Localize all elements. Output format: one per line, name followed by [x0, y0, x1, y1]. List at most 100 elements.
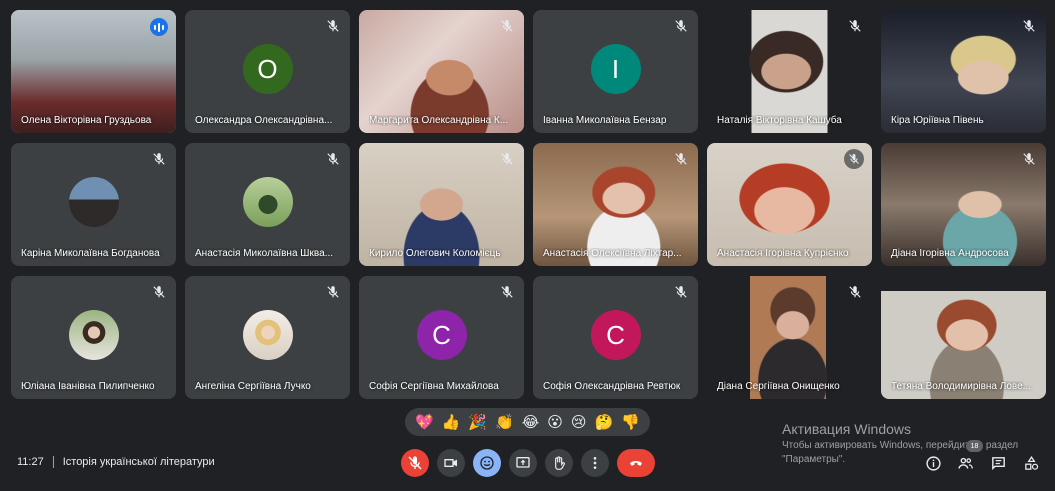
participant-tile[interactable]: Діана Сергіївна Онищенко [707, 276, 872, 399]
mic-muted-icon [844, 149, 864, 169]
mic-muted-icon [327, 153, 339, 165]
raise-hand-button[interactable] [545, 449, 573, 477]
participant-name: Маргарита Олександрівна К... [369, 115, 509, 126]
participant-name: Ангеліна Сергіївна Лучко [195, 381, 311, 392]
participant-tile[interactable]: Кирило Олегович Коломієць [359, 143, 524, 266]
participant-name: Анастасія Миколаївна Шквa... [195, 248, 334, 259]
camera-toggle-button[interactable] [437, 449, 465, 477]
participant-avatar: С [416, 310, 467, 361]
hang-up-icon [630, 461, 642, 466]
camera-icon [444, 459, 457, 467]
participant-name: Софія Сергіївна Михайлова [369, 381, 499, 392]
chat-icon [991, 456, 1005, 470]
info-icon [925, 455, 941, 471]
participant-avatar [68, 310, 119, 361]
participant-tile[interactable]: Юліана Іванівна Пилипченко [11, 276, 176, 399]
participant-avatar: О [242, 44, 293, 95]
present-screen-button[interactable] [509, 449, 537, 477]
participant-tile[interactable]: Наталія Вікторівна Кашуба [707, 10, 872, 133]
meeting-info: 11:27 Історія української літератури [17, 456, 215, 468]
reactions-button[interactable] [473, 449, 501, 477]
participant-tile[interactable]: Тетяна Володимирівна Лове... [881, 276, 1046, 399]
speaking-indicator-icon [150, 18, 168, 36]
emoji-icon [480, 456, 494, 470]
activation-watermark-text: Чтобы активировать Windows, перейдите в … [782, 440, 1019, 465]
participant-tile[interactable]: С Софія Сергіївна Михайлова [359, 276, 524, 399]
participant-tile[interactable]: Анастасія Олексіївна Ліхтар... [533, 143, 698, 266]
mic-muted-icon [849, 20, 861, 32]
meeting-time: 11:27 [17, 456, 44, 468]
more-vert-icon [593, 457, 597, 469]
reaction-surprised-button[interactable]: 😮 [547, 415, 563, 430]
mic-muted-icon [153, 286, 165, 298]
mic-muted-icon [501, 20, 513, 32]
meeting-details-button[interactable] [923, 453, 943, 473]
people-icon [957, 457, 973, 469]
participant-name: Тетяна Володимирівна Лове... [891, 381, 1031, 392]
participant-tile[interactable]: Олена Вікторівна Груздьова [11, 10, 176, 133]
reaction-thumbs-down-button[interactable]: 👎 [621, 415, 640, 430]
participant-tile[interactable]: Діана Ігорівна Андросова [881, 143, 1046, 266]
participant-avatar: І [590, 44, 641, 95]
participant-name: Кіра Юріївна Півень [891, 115, 984, 126]
mic-muted-icon [675, 286, 687, 298]
leave-call-button[interactable] [617, 449, 655, 477]
reaction-clap-button[interactable]: 👏 [495, 415, 514, 430]
reaction-laugh-button[interactable]: 😂 [522, 415, 540, 430]
participant-name: Софія Олександрівна Ревтюк [543, 381, 681, 392]
participant-avatar: С [590, 310, 641, 361]
activation-watermark-title: Активация Windows [782, 421, 912, 437]
participant-avatar [68, 177, 119, 228]
mic-muted-icon [675, 20, 687, 32]
mic-muted-icon [327, 286, 339, 298]
participant-name: Іванна Миколаївна Бензар [543, 115, 667, 126]
activities-button[interactable] [1021, 453, 1041, 473]
participant-tile[interactable]: О Олександра Олександрівна... [185, 10, 350, 133]
reaction-thumbs-up-button[interactable]: 👍 [442, 415, 461, 430]
present-icon [516, 457, 530, 468]
participant-name: Олександра Олександрівна... [195, 115, 333, 126]
hand-icon [555, 456, 565, 470]
participant-tile[interactable]: Маргарита Олександрівна К... [359, 10, 524, 133]
reaction-thinking-button[interactable]: 🤔 [595, 415, 614, 430]
participant-name: Кирило Олегович Коломієць [369, 248, 501, 259]
participant-tile[interactable]: Анастасія Ігорівна Купрієнко [707, 143, 872, 266]
participant-grid: Олена Вікторівна Груздьова О Олександра … [11, 10, 1046, 399]
mic-muted-icon [1023, 20, 1035, 32]
participant-name: Каріна Миколаївна Богданова [21, 248, 160, 259]
participant-name: Анастасія Олексіївна Ліхтар... [543, 248, 682, 259]
reactions-bar: 💖 👍 🎉 👏 😂 😮 😢 🤔 👎 [405, 408, 650, 436]
mic-muted-icon [501, 286, 513, 298]
chat-button[interactable] [988, 453, 1008, 473]
mic-off-icon [408, 456, 422, 470]
reaction-sad-button[interactable]: 😢 [571, 415, 587, 430]
reaction-heart-button[interactable]: 💖 [415, 415, 434, 430]
more-options-button[interactable] [581, 449, 609, 477]
divider [52, 456, 54, 468]
reaction-party-button[interactable]: 🎉 [468, 415, 487, 430]
participant-tile[interactable]: Кіра Юріївна Півень [881, 10, 1046, 133]
participant-avatar [242, 177, 293, 228]
mic-muted-icon [501, 153, 513, 165]
meeting-title: Історія української літератури [62, 456, 215, 468]
mic-toggle-button[interactable] [401, 449, 429, 477]
participant-tile[interactable]: Каріна Миколаївна Богданова [11, 143, 176, 266]
people-count-badge: 18 [966, 440, 983, 452]
mic-muted-icon [849, 286, 861, 298]
mic-muted-icon [327, 20, 339, 32]
participant-tile[interactable]: І Іванна Миколаївна Бензар [533, 10, 698, 133]
mic-muted-icon [675, 153, 687, 165]
participant-name: Олена Вікторівна Груздьова [21, 115, 152, 126]
participant-name: Діана Ігорівна Андросова [891, 248, 1009, 259]
participant-tile[interactable]: С Софія Олександрівна Ревтюк [533, 276, 698, 399]
mic-muted-icon [1023, 153, 1035, 165]
participant-tile[interactable]: Ангеліна Сергіївна Лучко [185, 276, 350, 399]
participant-name: Наталія Вікторівна Кашуба [717, 115, 842, 126]
participant-name: Анастасія Ігорівна Купрієнко [717, 248, 849, 259]
shapes-icon [1024, 455, 1038, 470]
mic-muted-icon [153, 153, 165, 165]
participant-tile[interactable]: Анастасія Миколаївна Шквa... [185, 143, 350, 266]
people-button[interactable] [955, 453, 975, 473]
participant-name: Юліана Іванівна Пилипченко [21, 381, 155, 392]
participant-name: Діана Сергіївна Онищенко [717, 381, 840, 392]
